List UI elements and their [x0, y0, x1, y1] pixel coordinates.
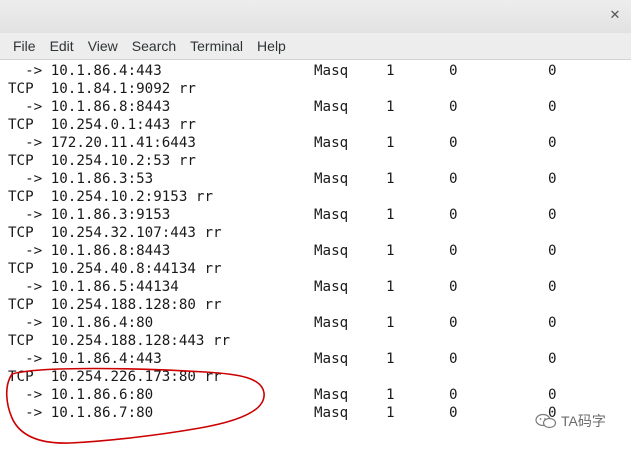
destination-address: -> 10.1.86.4:443 — [8, 63, 162, 79]
service-line: TCP 10.254.188.128:443 rr — [8, 333, 231, 349]
destination-address: -> 10.1.86.3:53 — [8, 171, 154, 187]
forward-method: Masq — [314, 387, 349, 403]
weight-value: 1 — [386, 243, 395, 259]
active-conn-value: 0 — [449, 171, 458, 187]
menu-bar: File Edit View Search Terminal Help — [0, 33, 631, 60]
weight-value: 1 — [386, 351, 395, 367]
wechat-icon — [535, 413, 557, 429]
active-conn-value: 0 — [449, 315, 458, 331]
weight-value: 1 — [386, 405, 395, 421]
weight-value: 1 — [386, 315, 395, 331]
inactive-conn-value: 0 — [548, 135, 557, 151]
weight-value: 1 — [386, 63, 395, 79]
active-conn-value: 0 — [449, 99, 458, 115]
weight-value: 1 — [386, 135, 395, 151]
terminal-output[interactable]: -> 10.1.86.4:443 Masq 1 0 0 TCP 10.1.84.1:909… — [0, 61, 631, 451]
inactive-conn-value: 0 — [548, 279, 557, 295]
menu-terminal[interactable]: Terminal — [183, 38, 250, 54]
destination-address: -> 10.1.86.4:443 — [8, 351, 162, 367]
service-line: TCP 10.254.188.128:80 rr — [8, 297, 222, 313]
destination-address: -> 10.1.86.6:80 — [8, 387, 154, 403]
forward-method: Masq — [314, 351, 349, 367]
active-conn-value: 0 — [449, 405, 458, 421]
weight-value: 1 — [386, 387, 395, 403]
service-line: TCP 10.254.40.8:44134 rr — [8, 261, 222, 277]
close-icon[interactable]: ✕ — [609, 8, 621, 21]
inactive-conn-value: 0 — [548, 315, 557, 331]
active-conn-value: 0 — [449, 243, 458, 259]
weight-value: 1 — [386, 279, 395, 295]
menu-search[interactable]: Search — [125, 38, 183, 54]
title-bar: ✕ — [0, 0, 631, 33]
active-conn-value: 0 — [449, 387, 458, 403]
active-conn-value: 0 — [449, 63, 458, 79]
destination-address: -> 10.1.86.5:44134 — [8, 279, 179, 295]
inactive-conn-value: 0 — [548, 99, 557, 115]
forward-method: Masq — [314, 279, 349, 295]
weight-value: 1 — [386, 171, 395, 187]
menu-help[interactable]: Help — [250, 38, 293, 54]
inactive-conn-value: 0 — [548, 243, 557, 259]
destination-address: -> 10.1.86.7:80 — [8, 405, 154, 421]
menu-file[interactable]: File — [6, 38, 43, 54]
destination-address: -> 10.1.86.3:9153 — [8, 207, 171, 223]
destination-address: -> 10.1.86.8:8443 — [8, 99, 171, 115]
destination-address: -> 10.1.86.4:80 — [8, 315, 154, 331]
active-conn-value: 0 — [449, 207, 458, 223]
weight-value: 1 — [386, 99, 395, 115]
weight-value: 1 — [386, 207, 395, 223]
active-conn-value: 0 — [449, 135, 458, 151]
inactive-conn-value: 0 — [548, 171, 557, 187]
watermark-text: TA码字 — [561, 413, 606, 429]
inactive-conn-value: 0 — [548, 207, 557, 223]
inactive-conn-value: 0 — [548, 351, 557, 367]
forward-method: Masq — [314, 63, 349, 79]
menu-view[interactable]: View — [81, 38, 125, 54]
service-line: TCP 10.254.0.1:443 rr — [8, 117, 196, 133]
service-line: TCP 10.254.10.2:53 rr — [8, 153, 196, 169]
forward-method: Masq — [314, 315, 349, 331]
service-line: TCP 10.254.10.2:9153 rr — [8, 189, 213, 205]
watermark: TA码字 — [535, 411, 606, 431]
inactive-conn-value: 0 — [548, 63, 557, 79]
active-conn-value: 0 — [449, 279, 458, 295]
destination-address: -> 10.1.86.8:8443 — [8, 243, 171, 259]
menu-edit[interactable]: Edit — [43, 38, 81, 54]
active-conn-value: 0 — [449, 351, 458, 367]
forward-method: Masq — [314, 405, 349, 421]
forward-method: Masq — [314, 243, 349, 259]
destination-address: -> 172.20.11.41:6443 — [8, 135, 196, 151]
forward-method: Masq — [314, 171, 349, 187]
forward-method: Masq — [314, 207, 349, 223]
inactive-conn-value: 0 — [548, 387, 557, 403]
service-line: TCP 10.1.84.1:9092 rr — [8, 81, 196, 97]
service-line: TCP 10.254.226.173:80 rr — [8, 369, 222, 385]
forward-method: Masq — [314, 99, 349, 115]
forward-method: Masq — [314, 135, 349, 151]
service-line: TCP 10.254.32.107:443 rr — [8, 225, 222, 241]
